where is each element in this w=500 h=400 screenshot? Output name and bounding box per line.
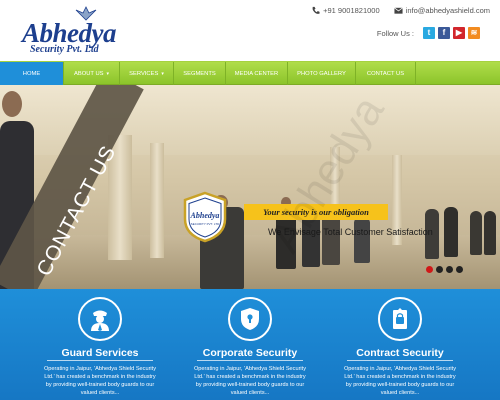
nav-segments[interactable]: SEGMENTS xyxy=(174,62,226,85)
slider-dot[interactable] xyxy=(456,266,463,273)
banner-pillar xyxy=(150,143,164,258)
divider xyxy=(197,360,303,361)
service-card-corporate[interactable]: Corporate Security Operating in Jaipur, … xyxy=(175,289,325,400)
follow-label: Follow Us : xyxy=(376,28,414,38)
person-figure xyxy=(470,211,482,255)
badge-subtitle: SECURITY PVT. LTD xyxy=(191,222,220,226)
logo-subtitle: Security Pvt. Ltd xyxy=(30,44,99,55)
slider-dot[interactable] xyxy=(436,266,443,273)
guard-icon xyxy=(78,297,122,341)
badge-name: Abhedya xyxy=(190,211,220,220)
youtube-icon[interactable]: ▶ xyxy=(453,27,465,39)
service-description: Operating in Jaipur, 'Abhedya Shield Sec… xyxy=(343,366,457,396)
divider xyxy=(47,360,153,361)
nav-about-us-label: ABOUT US xyxy=(73,70,104,77)
service-title[interactable]: Corporate Security xyxy=(175,347,325,359)
service-title[interactable]: Contract Security xyxy=(325,347,475,359)
rss-icon[interactable]: ≋ xyxy=(468,27,480,39)
nav-contact-us[interactable]: CONTACT US xyxy=(356,62,416,85)
nav-services-label: SERVICES xyxy=(129,70,159,77)
phone-number[interactable]: +91 9001821000 xyxy=(323,6,380,15)
nav-segments-label: SEGMENTS xyxy=(183,70,216,77)
twitter-icon[interactable]: t xyxy=(423,27,435,39)
social-links: Follow Us : t f ▶ ≋ xyxy=(377,26,480,40)
nav-media-center[interactable]: MEDIA CENTER xyxy=(226,62,288,85)
main-nav: HOME ABOUT US ▾ SERVICES ▾ SEGMENTS MEDI… xyxy=(0,61,500,85)
foreground-guard-head xyxy=(2,91,22,117)
nav-home-label: HOME xyxy=(22,70,41,77)
facebook-icon[interactable]: f xyxy=(438,27,450,39)
email-icon xyxy=(393,7,403,14)
service-description: Operating in Jaipur, 'Abhedya Shield Sec… xyxy=(43,366,157,396)
shield-lock-icon xyxy=(228,297,272,341)
service-card-contract[interactable]: Contract Security Operating in Jaipur, '… xyxy=(325,289,475,400)
site-header: Abhedya Security Pvt. Ltd +91 9001821000… xyxy=(0,0,500,60)
person-figure xyxy=(484,211,496,255)
nav-media-center-label: MEDIA CENTER xyxy=(234,70,279,77)
service-card-guard[interactable]: Guard Services Operating in Jaipur, 'Abh… xyxy=(25,289,175,400)
divider xyxy=(347,360,453,361)
page: Abhedya Security Pvt. Ltd +91 9001821000… xyxy=(0,0,500,400)
slider-dot[interactable] xyxy=(426,266,433,273)
badge-logo-icon: Abhedya SECURITY PVT. LTD xyxy=(183,191,227,243)
phone-info: +91 9001821000 xyxy=(311,6,380,15)
slider-dot[interactable] xyxy=(446,266,453,273)
service-description: Operating in Jaipur, 'Abhedya Shield Sec… xyxy=(193,366,307,396)
nav-home[interactable]: HOME xyxy=(0,62,64,85)
email-info: info@abhedyashield.com xyxy=(393,6,490,15)
slider-pagination xyxy=(426,266,466,273)
nav-contact-us-label: CONTACT US xyxy=(366,70,405,77)
contract-lock-icon xyxy=(378,297,422,341)
site-logo[interactable]: Abhedya Security Pvt. Ltd xyxy=(18,4,130,56)
person-figure xyxy=(444,207,458,257)
service-title[interactable]: Guard Services xyxy=(25,347,175,359)
nav-photo-gallery-label: PHOTO GALLERY xyxy=(297,70,346,77)
nav-about-us[interactable]: ABOUT US ▾ xyxy=(64,62,120,85)
services-section: Guard Services Operating in Jaipur, 'Abh… xyxy=(0,289,500,400)
nav-photo-gallery[interactable]: PHOTO GALLERY xyxy=(288,62,356,85)
nav-services[interactable]: SERVICES ▾ xyxy=(120,62,174,85)
chevron-down-icon: ▾ xyxy=(106,70,110,77)
contact-info: +91 9001821000 info@abhedyashield.com xyxy=(311,4,490,16)
chevron-down-icon: ▾ xyxy=(161,70,164,77)
email-address[interactable]: info@abhedyashield.com xyxy=(406,6,490,15)
phone-icon xyxy=(312,6,320,14)
hero-slider: CONTACT US Abhedya SECURITY PVT. LTD You… xyxy=(0,85,500,289)
person-figure xyxy=(354,217,370,263)
